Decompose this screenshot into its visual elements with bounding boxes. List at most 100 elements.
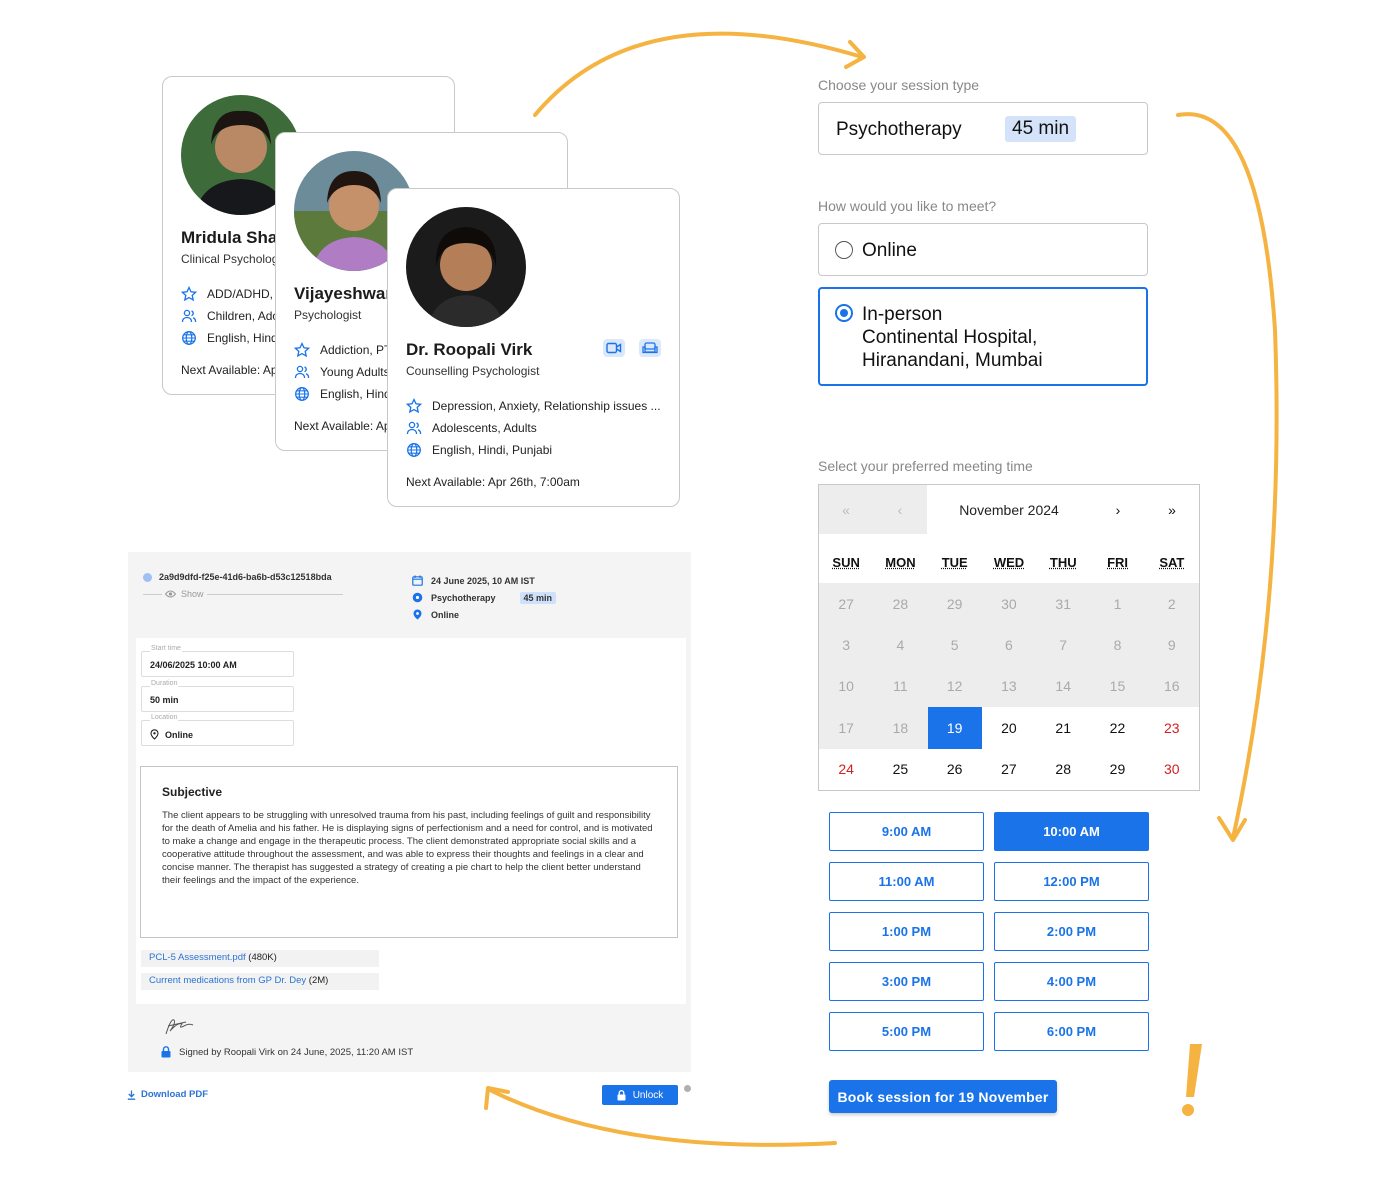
- unlock-button[interactable]: Unlock: [602, 1085, 678, 1105]
- day-cell-disabled: 10: [819, 665, 874, 708]
- day-cell[interactable]: 25: [873, 749, 927, 790]
- specialties-text: ADD/ADHD, A: [207, 287, 284, 301]
- languages-row: English, Hind: [181, 329, 278, 347]
- lock-icon: [617, 1089, 626, 1100]
- time-slot-button[interactable]: 6:00 PM: [994, 1012, 1149, 1051]
- next-year-button[interactable]: »: [1145, 485, 1199, 534]
- day-cell-selected[interactable]: 19: [927, 707, 982, 749]
- day-cell[interactable]: 26: [928, 749, 982, 790]
- languages-row: English, Hind: [294, 385, 391, 403]
- session-status-dot: [143, 572, 152, 582]
- day-cell-weekend[interactable]: 24: [819, 749, 873, 790]
- day-cell-disabled: 16: [1144, 665, 1199, 708]
- day-cell-disabled: 7: [1036, 624, 1091, 666]
- weekday-label: FRI: [1107, 555, 1129, 570]
- exclamation-icon: [1186, 1044, 1202, 1097]
- start-time-field[interactable]: Start time 24/06/2025 10:00 AM: [141, 645, 294, 677]
- time-slot-button[interactable]: 11:00 AM: [829, 862, 984, 901]
- specialties-row: Addiction, PT: [294, 341, 391, 359]
- attachment-size: (2M): [308, 975, 329, 986]
- day-cell-weekend[interactable]: 23: [1145, 707, 1199, 748]
- radio-inperson[interactable]: [835, 304, 853, 322]
- meeting-option-online[interactable]: Online: [818, 223, 1148, 276]
- sofa-icon: [639, 339, 661, 357]
- day-cell-weekend[interactable]: 30: [1145, 749, 1199, 790]
- book-session-button[interactable]: Book session for 19 November: [829, 1080, 1057, 1113]
- prev-year-button[interactable]: «: [819, 485, 873, 534]
- meeting-option-inperson[interactable]: In-person Continental Hospital, Hiranand…: [818, 287, 1148, 386]
- inperson-address-line1: Continental Hospital,: [862, 327, 1038, 348]
- weekday-label: MON: [885, 555, 916, 570]
- age-groups-text: Adolescents, Adults: [432, 421, 537, 435]
- time-slot-button[interactable]: 3:00 PM: [829, 962, 984, 1001]
- info-icon[interactable]: [684, 1085, 691, 1092]
- day-cell[interactable]: 27: [982, 749, 1036, 790]
- attachment-size: (480K): [248, 952, 277, 963]
- day-cell[interactable]: 28: [1036, 749, 1090, 790]
- option-online-label: Online: [862, 240, 917, 261]
- time-slot-button[interactable]: 4:00 PM: [994, 962, 1149, 1001]
- time-slot-button[interactable]: 12:00 PM: [994, 862, 1149, 901]
- arrowhead: [844, 40, 866, 69]
- inperson-address-line2: Hiranandani, Mumbai: [862, 350, 1043, 371]
- duration-badge: 45 min: [519, 591, 557, 604]
- day-cell-disabled: 2: [1144, 583, 1199, 625]
- weekday-label: SUN: [832, 555, 860, 570]
- weekday-label: TUE: [941, 555, 968, 570]
- time-slot-button[interactable]: 9:00 AM: [829, 812, 984, 851]
- radio-online[interactable]: [835, 241, 853, 259]
- time-slot-button[interactable]: 5:00 PM: [829, 1012, 984, 1051]
- arrow-cards-to-booking: [533, 31, 864, 117]
- time-slot-button-selected[interactable]: 10:00 AM: [994, 812, 1149, 851]
- day-cell[interactable]: 20: [982, 707, 1036, 748]
- session-type-selector[interactable]: Psychotherapy 45 min: [818, 102, 1148, 155]
- pin-icon: [412, 592, 423, 603]
- time-slot-button[interactable]: 1:00 PM: [829, 912, 984, 951]
- signature-image: [165, 1019, 194, 1035]
- session-datetime: 24 June 2025, 10 AM IST: [431, 575, 535, 586]
- day-cell-disabled: 12: [927, 665, 982, 708]
- next-available: Next Available: Ap: [294, 419, 391, 433]
- time-slot-button[interactable]: 2:00 PM: [994, 912, 1149, 951]
- day-cell[interactable]: 22: [1090, 707, 1144, 748]
- duration-value: 50 min: [150, 695, 179, 705]
- day-cell-disabled: 29: [927, 583, 982, 625]
- specialties-row: ADD/ADHD, A: [181, 285, 284, 303]
- therapist-name: Mridula Sha: [181, 228, 278, 247]
- duration-field[interactable]: Duration 50 min: [141, 680, 294, 712]
- subjective-text: The client appears to be struggling with…: [162, 810, 653, 886]
- day-cell-disabled: 3: [819, 624, 874, 666]
- globe-icon: [407, 443, 421, 457]
- date-picker-calendar: « ‹ November 2024 › » SUN MON TUE WED TH…: [818, 484, 1200, 791]
- specialties-text: Addiction, PT: [320, 343, 392, 357]
- next-month-button[interactable]: ›: [1091, 485, 1145, 534]
- day-cell-disabled: 5: [927, 624, 982, 666]
- attachment-link[interactable]: Current medications from GP Dr. Dey: [149, 975, 306, 986]
- age-groups-text: Children, Ado: [207, 309, 280, 323]
- next-available: Next Available: Ap: [181, 363, 278, 377]
- session-meta: 24 June 2025, 10 AM IST Psychotherapy 45…: [412, 572, 557, 623]
- people-icon: [406, 421, 422, 435]
- download-pdf-link[interactable]: Download PDF: [127, 1089, 208, 1100]
- attachment-link[interactable]: PCL-5 Assessment.pdf: [149, 952, 246, 963]
- day-cell-disabled: 13: [981, 665, 1037, 708]
- prev-month-button[interactable]: ‹: [873, 485, 927, 534]
- day-cell[interactable]: 29: [1090, 749, 1144, 790]
- show-toggle[interactable]: Show: [162, 589, 207, 599]
- time-question: Select your preferred meeting time: [818, 458, 1033, 474]
- meet-question: How would you like to meet?: [818, 198, 997, 214]
- attachment-item[interactable]: PCL-5 Assessment.pdf (480K): [141, 950, 379, 967]
- location-field[interactable]: Location Online: [141, 714, 294, 746]
- attachment-item[interactable]: Current medications from GP Dr. Dey (2M): [141, 973, 379, 990]
- day-cell-disabled: 6: [981, 624, 1037, 666]
- day-cell[interactable]: 21: [1036, 707, 1090, 748]
- session-type-question: Choose your session type: [818, 77, 980, 93]
- therapist-role: Psychologist: [294, 308, 362, 322]
- day-cell-disabled: 8: [1090, 624, 1145, 666]
- subjective-title: Subjective: [162, 785, 223, 799]
- therapist-name: Vijayeshwar: [294, 284, 392, 303]
- day-cell-disabled: 11: [873, 665, 928, 708]
- calendar-month-label[interactable]: November 2024: [927, 485, 1091, 534]
- therapist-card-3[interactable]: Dr. Roopali Virk Counselling Psychologis…: [387, 188, 680, 507]
- session-id: 2a9d9dfd-f25e-41d6-ba6b-d53c12518bda: [159, 572, 332, 582]
